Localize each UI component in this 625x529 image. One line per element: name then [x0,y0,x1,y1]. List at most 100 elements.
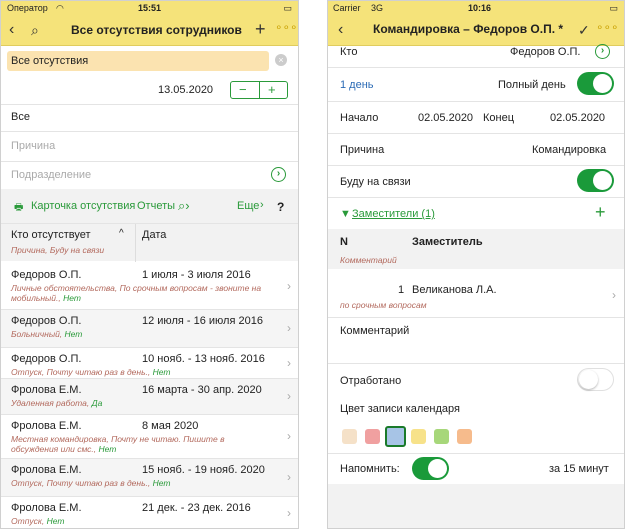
page-title: Командировка – Федоров О.П. * [373,22,564,36]
status-bar: Carrier 3G 10:16 ▭ [328,1,624,16]
worked-off-toggle[interactable] [577,368,614,391]
clear-icon[interactable]: × [275,54,287,66]
color-swatch[interactable] [365,429,380,444]
card-button[interactable]: Карточка отсутствия [31,200,135,212]
row-date: 10 нояб. - 13 нояб. 2016 [142,353,265,365]
comment-field[interactable]: Комментарий [340,325,409,337]
deputy-n: 1 [398,284,405,296]
reason-value[interactable]: Командировка [532,144,606,156]
row-sub: Больничный, Нет [11,329,82,339]
calendar-color-label: Цвет записи календаря [340,403,460,415]
more-icon[interactable]: ∘∘∘ [596,19,619,35]
color-swatch[interactable] [434,429,449,444]
status-bar: Оператор ◠ 15:51 ▭ [1,1,298,16]
chevron-right-icon: › [287,389,291,403]
filter-value: Все отсутствия [11,55,89,67]
table-row[interactable]: Фролова Е.М. 21 дек. - 23 дек. 2016 Отпуск… [1,497,298,528]
table-row[interactable]: Федоров О.П. 10 нояб. - 13 нояб. 2016 Отпу… [1,348,298,379]
remind-value[interactable]: за 15 минут [549,463,609,475]
table-row[interactable]: Фролова Е.М. 16 марта - 30 апр. 2020 Удале… [1,379,298,415]
row-name: Фролова Е.М. [11,464,82,476]
end-label: Конец [483,112,515,124]
on-call-toggle[interactable] [577,169,614,192]
stepper-divider [259,82,260,98]
who-value[interactable]: Федоров О.П. [510,46,581,58]
sort-icon[interactable]: ^ [119,228,124,239]
row-sub-text: Отпуск, [11,516,47,526]
chevron-right-icon: › [287,505,291,520]
column-absent[interactable]: Кто отсутствует [11,229,91,241]
search-icon[interactable]: ⌕ [31,22,39,38]
deputy-comment: по срочным вопросам [340,300,427,310]
row-sub-text: Отпуск, Почту читаю раз в день., [11,367,153,377]
filter-field[interactable]: Все отсутствия [7,51,269,71]
row-name: Фролова Е.М. [11,384,82,396]
row-flag: Нет [64,329,83,339]
carrier-label: Carrier [333,3,361,13]
page-title: Все отсутствия сотрудников [71,23,242,37]
table-row[interactable]: Федоров О.П. 12 июля - 16 июля 2016 Больни… [1,310,298,348]
table-row[interactable]: Фролова Е.М. 15 нояб. - 19 нояб. 2020 Отпу… [1,459,298,497]
row-sub-text: Больничный, [11,329,65,339]
deputies-link[interactable]: Заместители (1) [352,208,435,220]
worked-off-label: Отработано [340,375,402,387]
row-flag: Нет [152,367,171,377]
full-day-toggle[interactable] [577,72,614,95]
row-sub: Отпуск, Нет [11,516,64,526]
carrier-label: Оператор [7,3,48,13]
network-label: 3G [371,3,384,13]
more-icon[interactable]: ∘∘∘ [275,19,298,35]
row-sub-text: Личные обстоятельства, По срочным вопрос… [11,283,262,293]
column-header: Кто отсутствует ^ Дата Причина, Буду на … [1,223,298,262]
color-swatch[interactable] [385,426,406,447]
start-value[interactable]: 02.05.2020 [418,112,473,124]
search-report-icon[interactable]: ⌕› [178,198,190,214]
help-button[interactable]: ? [277,200,284,214]
row-sub: Отпуск, Почту читаю раз в день., Нет [11,478,171,488]
row-date: 8 мая 2020 [142,420,199,432]
row-name: Федоров О.П. [11,269,82,281]
row-name: Федоров О.П. [11,315,82,327]
color-swatch[interactable] [411,429,426,444]
reason-field[interactable]: Причина [11,140,55,152]
list-all[interactable]: Все [11,111,30,123]
add-deputy-icon[interactable]: + [595,202,606,223]
row-date: 15 нояб. - 19 нояб. 2020 [142,464,265,476]
date-stepper[interactable]: − + [230,81,288,99]
back-icon[interactable]: ‹ [338,22,343,38]
row-sub: Отпуск, Почту читаю раз в день., Нет [11,367,171,377]
row-sub-text-2: мобильный., [11,293,64,303]
row-sub: Удаленная работа, Да [11,398,102,408]
checkmark-icon[interactable]: ✓ [578,22,590,38]
row-flag: Нет [152,478,171,488]
department-open-icon[interactable]: › [271,167,286,182]
row-sub: Местная командировка, Почту не читаю. Пи… [11,434,225,454]
reports-button[interactable]: Отчеты [137,200,175,212]
increase-icon[interactable]: + [268,82,276,97]
deputy-name: Великанова Л.А. [412,284,497,296]
color-swatch[interactable] [342,429,357,444]
deputy-row[interactable]: 1 Великанова Л.А. по срочным вопросам › [328,269,624,317]
print-icon[interactable]: 🖶 [14,200,23,217]
table-row[interactable]: Федоров О.П. 1 июля - 3 июля 2016 Личные о… [1,264,298,310]
row-date: 16 марта - 30 апр. 2020 [142,384,262,396]
who-open-icon[interactable]: › [595,44,610,59]
add-icon[interactable]: + [255,20,266,38]
remind-toggle[interactable] [412,457,449,480]
remind-label: Напомнить: [340,463,400,475]
column-date[interactable]: Дата [142,229,166,241]
color-swatch[interactable] [457,429,472,444]
row-date: 12 июля - 16 июля 2016 [142,315,263,327]
chevron-right-icon: › [287,429,291,443]
wifi-icon: ◠ [56,3,64,13]
back-icon[interactable]: ‹ [9,22,14,38]
start-label: Начало [340,112,379,124]
more-button[interactable]: Еще [237,200,259,212]
decrease-icon[interactable]: − [239,82,247,97]
end-value[interactable]: 02.05.2020 [550,112,605,124]
chevron-right-icon: › [287,355,291,370]
department-field[interactable]: Подразделение [11,169,91,181]
days-link[interactable]: 1 день [340,79,374,91]
table-row[interactable]: Фролова Е.М. 8 мая 2020 Местная командиров… [1,415,298,459]
deputies-toggle-icon[interactable]: ▼ [340,208,351,220]
